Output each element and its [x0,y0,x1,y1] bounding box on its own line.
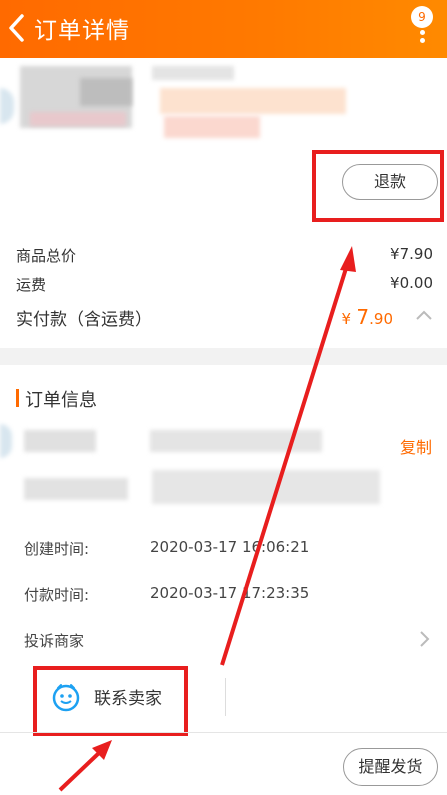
order-detail-page: 订单详情 9 退款 商品总价 ¥7.90 运费 ¥0.00 实付款（含运费） ¥… [0,0,447,795]
annotation-arrows [58,246,356,792]
